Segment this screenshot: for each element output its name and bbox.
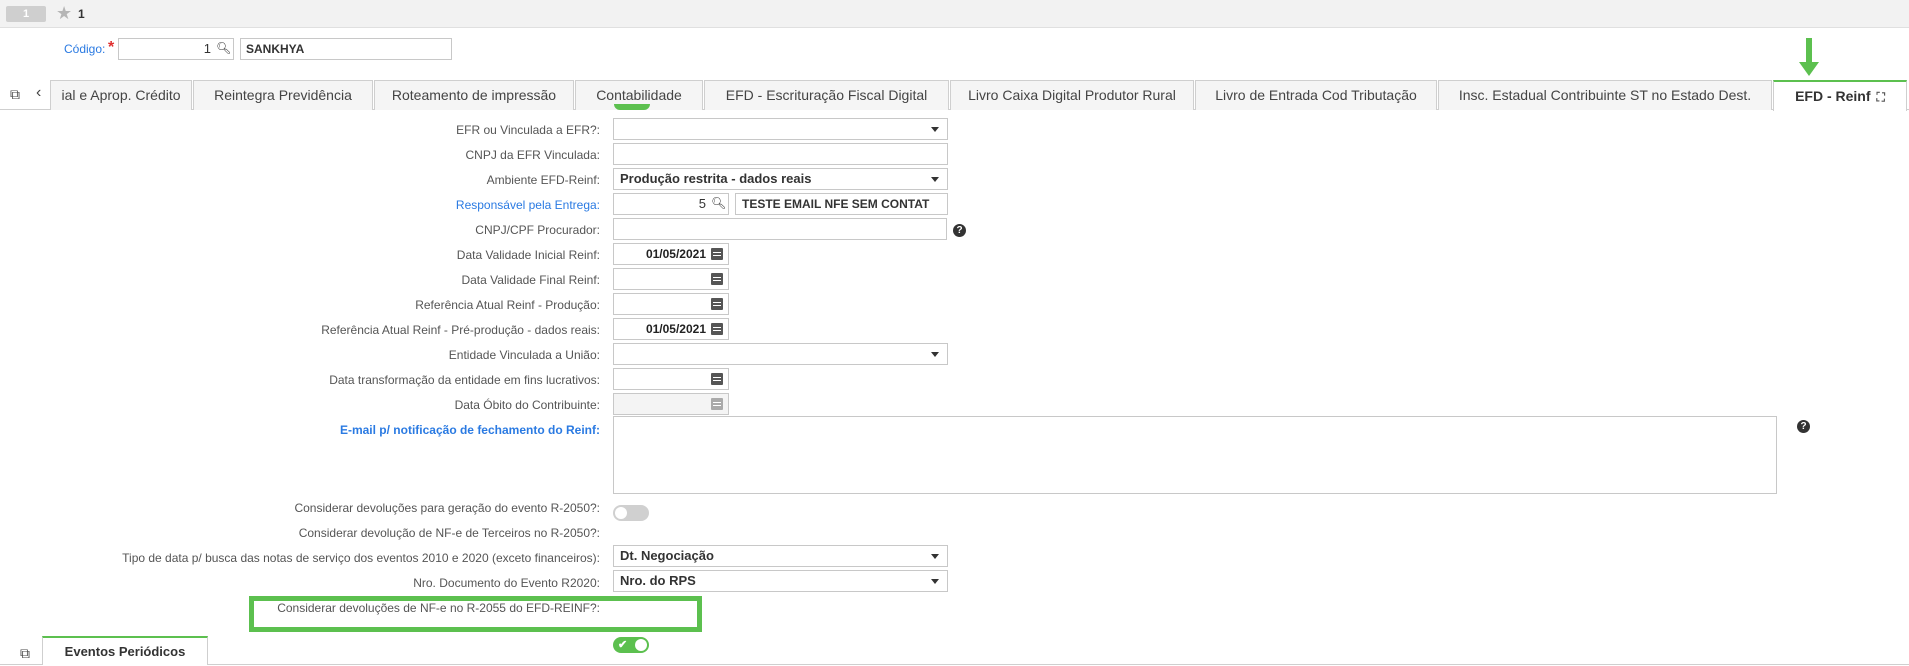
tab-label: Livro de Entrada Cod Tributação <box>1215 87 1417 103</box>
select-value: Produção restrita - dados reais <box>620 171 812 186</box>
data-transformacao-label: Data transformação da entidade em fins l… <box>329 373 600 387</box>
toggle-knob <box>635 639 647 651</box>
cnpj-efr-input[interactable] <box>613 143 948 165</box>
ref-producao-label: Referência Atual Reinf - Produção: <box>415 298 600 312</box>
calendar-icon[interactable] <box>711 373 723 385</box>
efr-vinculada-select[interactable] <box>613 118 948 140</box>
tab-label: ial e Aprop. Crédito <box>61 87 181 103</box>
date-value: 01/05/2021 <box>645 247 706 261</box>
email-textarea[interactable] <box>613 416 1777 494</box>
tab-efd-escrituracao[interactable]: EFD - Escrituração Fiscal Digital <box>704 80 949 110</box>
chevron-down-icon <box>931 554 939 559</box>
ambiente-label: Ambiente EFD-Reinf: <box>486 173 600 187</box>
data-final-input[interactable] <box>613 268 729 290</box>
tab-eventos-periodicos[interactable]: Eventos Periódicos <box>42 636 208 665</box>
entidade-uniao-label: Entidade Vinculada a União: <box>448 348 600 362</box>
tab-efd-reinf[interactable]: EFD - Reinf ⛶ <box>1773 80 1907 111</box>
tab-label: Livro Caixa Digital Produtor Rural <box>968 87 1176 103</box>
calendar-icon[interactable] <box>711 298 723 310</box>
chevron-down-icon <box>931 579 939 584</box>
required-marker: * <box>108 39 115 56</box>
email-label: E-mail p/ notificação de fechamento do R… <box>339 423 600 437</box>
calendar-icon[interactable] <box>711 323 723 335</box>
data-transformacao-input[interactable] <box>613 368 729 390</box>
chevron-down-icon <box>931 177 939 182</box>
devol-r2050-label: Considerar devoluções para geração do ev… <box>294 501 600 515</box>
toggle-knob <box>615 507 627 519</box>
cnpj-efr-label: CNPJ da EFR Vinculada: <box>465 148 600 162</box>
ambiente-select[interactable]: Produção restrita - dados reais <box>613 168 948 190</box>
calendar-icon[interactable] <box>711 248 723 260</box>
data-inicial-label: Data Validade Inicial Reinf: <box>456 248 600 262</box>
date-value: 01/05/2021 <box>645 322 706 336</box>
entidade-uniao-select[interactable] <box>613 343 948 365</box>
ref-producao-input[interactable] <box>613 293 729 315</box>
tab-insc-estadual[interactable]: Insc. Estadual Contribuinte ST no Estado… <box>1438 80 1772 110</box>
responsavel-label: Responsável pela Entrega: <box>455 198 600 212</box>
bottom-tab-copy-icon[interactable]: ⧉ <box>20 645 30 662</box>
nro-documento-select[interactable]: Nro. do RPS <box>613 570 948 592</box>
responsavel-name-field: TESTE EMAIL NFE SEM CONTAT <box>735 193 948 215</box>
record-count: 1 <box>78 7 85 21</box>
tab-label: Contabilidade <box>596 87 682 103</box>
tab-aprop-credito[interactable]: ial e Aprop. Crédito <box>50 80 192 110</box>
tipo-data-label: Tipo de data p/ busca das notas de servi… <box>122 551 600 565</box>
search-icon[interactable]: 🔍︎ <box>216 41 231 55</box>
calendar-icon <box>711 398 723 410</box>
codigo-name-field: SANKHYA <box>240 38 452 60</box>
ref-preproducao-label: Referência Atual Reinf - Pré-produção - … <box>321 323 600 337</box>
codigo-label: Código: <box>64 42 106 56</box>
favorite-star-icon[interactable]: ★ <box>56 3 72 23</box>
chevron-down-icon <box>931 352 939 357</box>
data-obito-label: Data Óbito do Contribuinte: <box>454 398 600 412</box>
nro-documento-label: Nro. Documento do Evento R2020: <box>413 576 600 590</box>
expand-icon[interactable]: ⛶ <box>1877 90 1885 104</box>
devol-r2050-toggle[interactable] <box>613 505 649 521</box>
tab-label: Insc. Estadual Contribuinte ST no Estado… <box>1458 87 1752 103</box>
help-icon[interactable]: ? <box>953 224 966 237</box>
tab-livro-entrada[interactable]: Livro de Entrada Cod Tributação <box>1195 80 1437 110</box>
tab-copy-icon[interactable]: ⧉ <box>10 86 20 103</box>
devol-terceiros-label: Considerar devolução de NF-e de Terceiro… <box>298 526 600 540</box>
cnpj-procurador-input[interactable] <box>613 218 947 240</box>
tab-label: EFD - Escrituração Fiscal Digital <box>725 87 928 103</box>
clipped-row-label <box>300 103 600 111</box>
chevron-down-icon <box>931 127 939 132</box>
help-icon[interactable]: ? <box>1797 420 1810 433</box>
search-icon[interactable]: 🔍︎ <box>711 196 726 210</box>
select-value: Nro. do RPS <box>620 573 696 588</box>
select-value: Dt. Negociação <box>620 548 714 563</box>
efr-vinculada-label: EFR ou Vinculada a EFR?: <box>456 123 600 137</box>
annotation-arrow-head-icon <box>1799 62 1819 76</box>
record-badge[interactable]: 1 <box>6 6 46 22</box>
record-navigation-bar <box>0 0 1909 28</box>
data-inicial-input[interactable]: 01/05/2021 <box>613 243 729 265</box>
tab-scroll-left-icon[interactable]: ‹ <box>36 84 41 102</box>
tab-label: EFD - Reinf <box>1795 88 1871 104</box>
tab-label: Reintegra Previdência <box>214 87 352 103</box>
cnpj-procurador-label: CNPJ/CPF Procurador: <box>475 223 600 237</box>
devol-r2055-label: Considerar devoluções de NF-e no R-2055 … <box>277 601 600 615</box>
data-final-label: Data Validade Final Reinf: <box>461 273 600 287</box>
tab-livro-caixa[interactable]: Livro Caixa Digital Produtor Rural <box>950 80 1194 110</box>
tab-label: Roteamento de impressão <box>391 87 557 103</box>
clipped-toggle[interactable] <box>614 104 650 110</box>
devol-r2055-toggle[interactable]: ✔ <box>613 637 649 653</box>
check-icon: ✔ <box>618 639 628 651</box>
calendar-icon[interactable] <box>711 273 723 285</box>
data-obito-input <box>613 393 729 415</box>
ref-preproducao-input[interactable]: 01/05/2021 <box>613 318 729 340</box>
tipo-data-select[interactable]: Dt. Negociação <box>613 545 948 567</box>
